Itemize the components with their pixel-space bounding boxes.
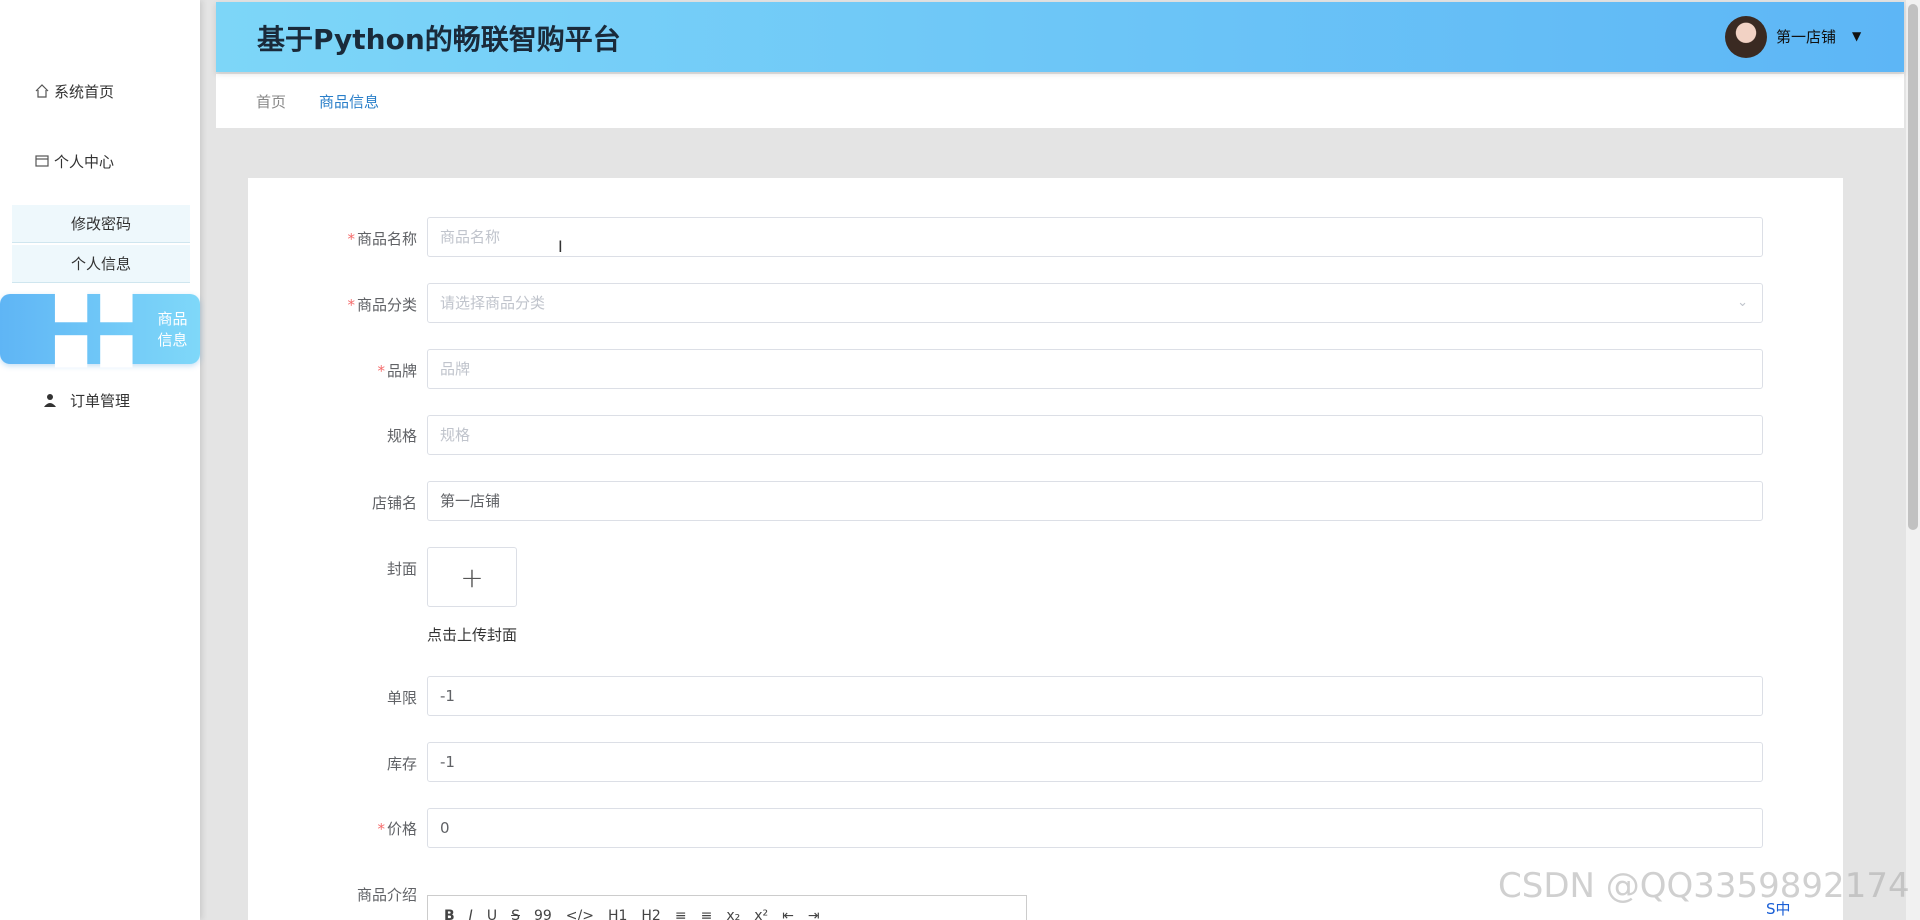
strike-button[interactable]: S xyxy=(511,908,520,920)
cover-upload-button[interactable]: + xyxy=(427,547,517,607)
text-cursor-icon: I xyxy=(558,237,563,256)
label-price: * 价格 xyxy=(377,820,417,838)
label-intro: 商品介绍 xyxy=(356,886,417,904)
grid-icon xyxy=(54,290,133,368)
label-product-name: * 商品名称 xyxy=(347,230,417,248)
home-icon xyxy=(35,84,49,98)
scrollbar-thumb[interactable] xyxy=(1908,4,1918,530)
sidebar-item-product-info[interactable]: 商品信息 xyxy=(0,290,200,368)
bold-button[interactable]: B xyxy=(444,908,455,920)
sidebar-item-change-password[interactable]: 修改密码 xyxy=(12,205,190,243)
brand-input[interactable]: 品牌 xyxy=(427,349,1763,389)
bullet-list-button[interactable]: ≡ xyxy=(701,908,713,920)
placeholder: 商品名称 xyxy=(440,228,501,246)
label-spec: 规格 xyxy=(386,427,417,445)
price-input[interactable]: 0 xyxy=(427,808,1763,848)
plus-icon: + xyxy=(460,560,484,594)
top-header: 基于Python的畅联智购平台 第一店铺 ▼ xyxy=(216,2,1904,72)
breadcrumb: 首页 商品信息 xyxy=(216,74,1904,128)
label-limit: 单限 xyxy=(386,689,417,707)
limit-input[interactable]: -1 xyxy=(427,676,1763,716)
sidebar-item-label: 个人信息 xyxy=(70,255,131,273)
underline-button[interactable]: U xyxy=(487,908,497,920)
sidebar-item-order-management[interactable]: 订单管理 xyxy=(0,389,200,411)
sidebar-item-label: 修改密码 xyxy=(70,215,131,233)
caret-down-icon[interactable]: ▼ xyxy=(1852,29,1861,43)
input-value: -1 xyxy=(440,687,455,705)
placeholder: 品牌 xyxy=(440,360,471,378)
sidebar-item-label: 系统首页 xyxy=(54,82,115,101)
label-brand: * 品牌 xyxy=(377,362,417,380)
avatar[interactable] xyxy=(1725,16,1767,58)
product-name-input[interactable]: 商品名称 I xyxy=(427,217,1763,257)
cover-upload-tip: 点击上传封面 xyxy=(427,626,518,644)
breadcrumb-current: 商品信息 xyxy=(319,93,380,111)
input-value: 0 xyxy=(440,819,450,837)
blockquote-button[interactable]: 99 xyxy=(534,908,552,920)
sidebar-item-home[interactable]: 系统首页 xyxy=(0,80,200,102)
sidebar-item-label: 订单管理 xyxy=(70,391,131,410)
ime-indicator: S中 xyxy=(1766,900,1791,918)
watermark: CSDN @QQ3359892174 xyxy=(1498,866,1910,906)
placeholder: 请选择商品分类 xyxy=(440,294,546,312)
user-icon xyxy=(44,394,56,407)
label-store: 店铺名 xyxy=(371,494,417,512)
label-stock: 库存 xyxy=(386,755,417,773)
stock-input[interactable]: -1 xyxy=(427,742,1763,782)
subscript-button[interactable]: x₂ xyxy=(726,908,740,920)
user-menu-name[interactable]: 第一店铺 xyxy=(1776,26,1836,47)
label-category: * 商品分类 xyxy=(347,296,417,314)
indent-button[interactable]: ⇥ xyxy=(808,908,820,920)
folder-icon xyxy=(35,155,49,167)
rich-text-toolbar: B I U S 99 </> H1 H2 ≡ ≡ x₂ x² ⇤ ⇥ xyxy=(427,895,1027,920)
superscript-button[interactable]: x² xyxy=(754,908,768,920)
store-name-input[interactable]: 第一店铺 xyxy=(427,481,1763,521)
h1-button[interactable]: H1 xyxy=(608,908,627,920)
placeholder: 规格 xyxy=(440,426,471,444)
outdent-button[interactable]: ⇤ xyxy=(782,908,794,920)
h2-button[interactable]: H2 xyxy=(641,908,660,920)
app-title: 基于Python的畅联智购平台 xyxy=(257,23,621,56)
italic-button[interactable]: I xyxy=(469,908,473,920)
spec-input[interactable]: 规格 xyxy=(427,415,1763,455)
chevron-down-icon: ⌄ xyxy=(1737,295,1748,310)
sidebar-item-personal-center[interactable]: 个人中心 xyxy=(0,150,200,172)
breadcrumb-home[interactable]: 首页 xyxy=(256,91,286,112)
code-button[interactable]: </> xyxy=(566,908,594,920)
sidebar-item-label: 商品信息 xyxy=(157,310,188,349)
ordered-list-button[interactable]: ≡ xyxy=(675,908,687,920)
sidebar: 系统首页 个人中心 修改密码 个人信息 商品信息 订单管理 xyxy=(0,0,200,920)
category-select[interactable]: 请选择商品分类 ⌄ xyxy=(427,283,1763,323)
sidebar-item-label: 个人中心 xyxy=(54,152,115,171)
label-cover: 封面 xyxy=(386,560,417,578)
input-value: -1 xyxy=(440,753,455,771)
input-value: 第一店铺 xyxy=(440,492,501,510)
